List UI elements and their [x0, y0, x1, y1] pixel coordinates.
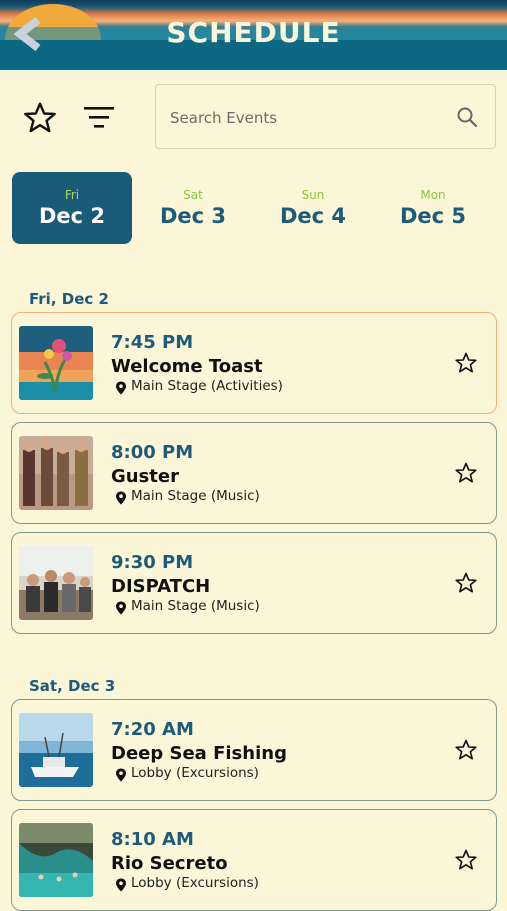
event-title: Rio Secreto: [111, 853, 228, 874]
page-title: SCHEDULE: [166, 16, 341, 49]
star-outline-icon[interactable]: [454, 351, 478, 375]
location-pin-icon: [116, 768, 126, 782]
star-outline-icon[interactable]: [454, 461, 478, 485]
event-location: Lobby (Excursions): [131, 765, 259, 781]
location-pin-icon: [116, 601, 126, 615]
location-pin-icon: [116, 878, 126, 892]
event-thumbnail: [19, 546, 93, 620]
event-time: 7:45 PM: [111, 332, 194, 353]
event-location: Main Stage (Activities): [131, 378, 283, 394]
tab-dec-2[interactable]: Fri Dec 2: [12, 172, 132, 244]
tab-date: Dec 5: [399, 204, 467, 228]
tab-weekday: Mon: [420, 188, 446, 202]
event-thumbnail: [19, 436, 93, 510]
star-outline-icon[interactable]: [454, 848, 478, 872]
event-title: Deep Sea Fishing: [111, 743, 287, 764]
event-title: DISPATCH: [111, 576, 211, 597]
event-time: 7:20 AM: [111, 719, 194, 740]
event-thumbnail: [19, 326, 93, 400]
event-time: 8:10 AM: [111, 829, 194, 850]
event-title: Welcome Toast: [111, 356, 263, 377]
event-title: Guster: [111, 466, 179, 487]
tab-dec-5[interactable]: Mon Dec 5: [373, 172, 493, 244]
tab-weekday: Sat: [183, 188, 203, 202]
event-location: Main Stage (Music): [131, 598, 260, 614]
tab-date: Dec 2: [38, 204, 106, 228]
header-banner: SCHEDULE: [0, 0, 507, 70]
location-pin-icon: [116, 381, 126, 395]
event-time: 9:30 PM: [111, 552, 194, 573]
star-outline-icon[interactable]: [454, 738, 478, 762]
section-heading-fri: Fri, Dec 2: [29, 290, 109, 308]
tab-date: Dec 3: [159, 204, 227, 228]
event-time: 8:00 PM: [111, 442, 194, 463]
event-location: Lobby (Excursions): [131, 875, 259, 891]
filter-icon: [84, 107, 114, 128]
event-thumbnail: [19, 823, 93, 897]
search-box: [155, 84, 496, 149]
filter-button[interactable]: [80, 100, 120, 136]
event-card[interactable]: 8:00 PM Guster Main Stage (Music): [11, 422, 497, 524]
event-thumbnail: [19, 713, 93, 787]
tab-dec-4[interactable]: Sun Dec 4: [253, 172, 373, 244]
event-card[interactable]: 7:45 PM Welcome Toast Main Stage (Activi…: [11, 312, 497, 414]
tab-weekday: Sun: [301, 188, 325, 202]
event-card[interactable]: 9:30 PM DISPATCH Main Stage (Music): [11, 532, 497, 634]
tab-weekday: Fri: [64, 188, 80, 202]
location-pin-icon: [116, 491, 126, 505]
favorites-filter-button[interactable]: [22, 100, 58, 136]
event-card[interactable]: 8:10 AM Rio Secreto Lobby (Excursions): [11, 809, 497, 911]
tab-date: Dec 4: [279, 204, 347, 228]
star-outline-icon[interactable]: [454, 571, 478, 595]
tab-dec-3[interactable]: Sat Dec 3: [133, 172, 253, 244]
search-input[interactable]: [168, 105, 432, 131]
section-heading-sat: Sat, Dec 3: [29, 677, 116, 695]
event-location: Main Stage (Music): [131, 488, 260, 504]
search-icon[interactable]: [455, 105, 479, 129]
event-card[interactable]: 7:20 AM Deep Sea Fishing Lobby (Excursio…: [11, 699, 497, 801]
star-outline-icon: [24, 102, 56, 133]
